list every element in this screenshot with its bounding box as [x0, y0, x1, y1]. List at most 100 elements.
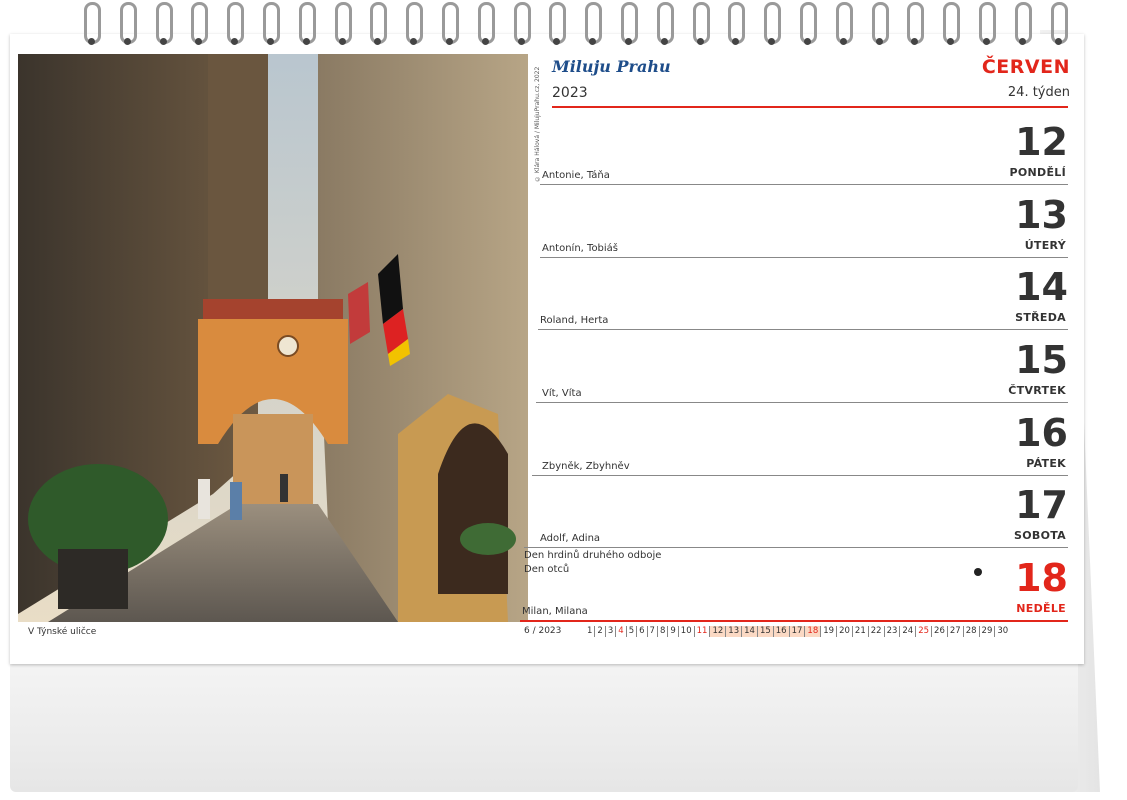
- name-day: Adolf, Adina: [540, 533, 601, 544]
- name-day: Roland, Herta: [540, 315, 609, 326]
- name-day: Antonie, Táňa: [542, 170, 610, 181]
- mini-day: 18: [805, 626, 822, 637]
- spiral-ring: [728, 2, 746, 45]
- spiral-ring: [764, 2, 782, 45]
- mini-calendar-label: 6 / 2023: [524, 626, 562, 636]
- mini-day: 25: [916, 626, 933, 637]
- spiral-binding: [60, 0, 1068, 46]
- photo-caption: V Týnské uličce: [28, 627, 97, 637]
- mini-day: 21: [853, 626, 869, 637]
- month-title: ČERVEN: [981, 56, 1070, 78]
- mini-day: 22: [869, 626, 885, 637]
- year-label: 2023: [552, 85, 588, 101]
- spiral-ring: [1050, 2, 1068, 45]
- spiral-ring: [1014, 2, 1032, 45]
- mini-day: 14: [742, 626, 758, 637]
- week-label: 24. týden: [1007, 85, 1070, 100]
- weekday-label: PÁTEK: [1026, 457, 1066, 470]
- mini-day: 13: [726, 626, 743, 637]
- name-day: Zbyněk, Zbyhněv: [542, 461, 630, 472]
- day-number: 15: [1015, 338, 1068, 382]
- mini-day: 24: [900, 626, 917, 637]
- mini-day: 4: [616, 626, 627, 637]
- weekday-label: SOBOTA: [1014, 529, 1066, 542]
- weekday-label: STŘEDA: [1015, 311, 1066, 324]
- day-number: 16: [1015, 411, 1068, 455]
- mini-day: 3: [606, 626, 617, 637]
- day-row-sunday: Den hrdinů druhého odboje Den otců 18 Mi…: [520, 548, 1068, 622]
- mini-day: 12: [710, 626, 727, 637]
- day-row-thursday: 15 Vít, Víta ČTVRTEK: [520, 330, 1068, 403]
- day-row-monday: 12 Antonie, Táňa PONDĚLÍ: [520, 112, 1068, 185]
- spiral-ring: [656, 2, 674, 45]
- spiral-ring: [943, 2, 961, 45]
- mini-day: 17: [789, 626, 806, 637]
- spiral-ring: [370, 2, 388, 45]
- mini-day: 7: [648, 626, 658, 637]
- mini-day: 28: [964, 626, 980, 637]
- spiral-ring: [119, 2, 137, 45]
- spiral-ring: [298, 2, 316, 45]
- spiral-ring: [621, 2, 638, 45]
- mini-day: 8: [658, 626, 669, 637]
- mini-day: 16: [773, 626, 790, 637]
- mini-day: 11: [695, 626, 711, 637]
- spiral-ring: [585, 2, 603, 45]
- brand-logo: Miluju Prahu: [552, 57, 671, 76]
- name-day: Vít, Víta: [542, 388, 582, 399]
- mini-day: 2: [595, 626, 606, 637]
- day-row-friday: 16 Zbyněk, Zbyhněv PÁTEK: [520, 403, 1068, 476]
- spiral-ring: [442, 2, 459, 45]
- day-row-wednesday: 14 Roland, Herta STŘEDA: [520, 257, 1068, 330]
- spiral-ring: [227, 2, 245, 45]
- calendar-stand: [10, 662, 1078, 792]
- spiral-ring: [871, 2, 889, 45]
- day-row-saturday: 17 Adolf, Adina SOBOTA: [520, 475, 1068, 548]
- day-row-tuesday: 13 Antonín, Tobiáš ÚTERÝ: [520, 185, 1068, 258]
- mini-day: 9: [668, 626, 679, 637]
- weekday-label: PONDĚLÍ: [1009, 166, 1066, 179]
- mini-day: 19: [821, 626, 838, 637]
- weekday-label: ÚTERÝ: [1024, 239, 1066, 252]
- row-divider: [520, 620, 1068, 622]
- spiral-ring: [549, 2, 567, 45]
- mini-day: 26: [932, 626, 948, 637]
- street-photo: [18, 54, 528, 622]
- name-day: Milan, Milana: [522, 606, 588, 617]
- spiral-ring: [979, 2, 996, 45]
- spiral-ring: [800, 2, 817, 45]
- weekday-label: NEDĚLE: [1016, 602, 1066, 615]
- mini-day: 30: [997, 626, 1009, 636]
- spiral-ring: [263, 2, 280, 45]
- mini-day: 27: [948, 626, 964, 637]
- spiral-ring: [334, 2, 352, 45]
- spiral-ring: [477, 2, 495, 45]
- holiday-label: Den hrdinů druhého odboje: [524, 550, 662, 561]
- weekday-label: ČTVRTEK: [1008, 384, 1066, 397]
- mini-day: 23: [885, 626, 901, 637]
- day-number: 14: [1015, 265, 1068, 309]
- spiral-ring: [692, 2, 710, 45]
- mini-day: 5: [627, 626, 638, 637]
- day-number: 18: [1015, 556, 1068, 600]
- mini-day: 6: [637, 626, 648, 637]
- mini-day: 10: [679, 626, 695, 637]
- mini-day: 15: [757, 626, 774, 637]
- spiral-ring: [907, 2, 925, 45]
- day-number: 13: [1015, 193, 1068, 237]
- holiday-dot: [974, 568, 982, 576]
- spiral-ring: [84, 2, 101, 45]
- name-day: Antonín, Tobiáš: [542, 243, 619, 254]
- holiday-label: Den otců: [524, 564, 570, 575]
- day-number: 17: [1015, 483, 1068, 527]
- header-divider: [552, 106, 1068, 108]
- spiral-ring: [835, 2, 853, 45]
- spiral-ring: [513, 2, 531, 45]
- mini-day: 29: [980, 626, 996, 637]
- spiral-ring: [191, 2, 209, 45]
- mini-day: 20: [837, 626, 853, 637]
- spiral-ring: [406, 2, 424, 45]
- mini-calendar-strip: 1 2 3 4 5 6 7 8 9 10 11 12 13 14 15 16 17 18 19 20 21 22 23 24 2…: [585, 626, 1010, 637]
- day-number: 12: [1015, 120, 1068, 164]
- mini-day: 1: [585, 626, 596, 637]
